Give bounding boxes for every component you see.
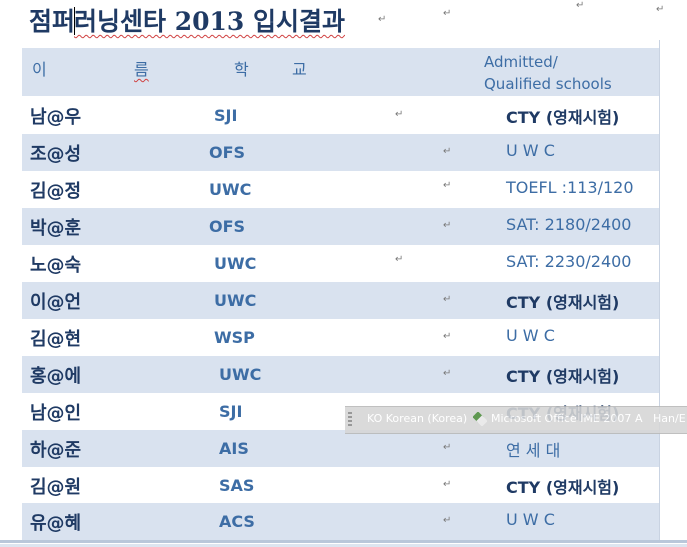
school-name: AIS — [219, 439, 249, 458]
admission-result: U W C — [506, 141, 555, 160]
school-name: SAS — [219, 476, 255, 495]
table-header: 이 름 학 교 Admitted/ Qualified schools — [22, 48, 659, 96]
paragraph-mark-icon: ↵ — [443, 442, 452, 453]
student-name: 노@숙 — [30, 255, 82, 276]
admission-result: SAT: 2230/2400 — [506, 252, 632, 271]
admission-result: U W C — [506, 326, 555, 345]
grip-handle-icon[interactable] — [348, 412, 352, 428]
student-name: 유@혜 — [30, 513, 82, 534]
page-bottom-border — [0, 540, 687, 543]
student-name: 박@훈 — [30, 218, 82, 239]
paragraph-mark-icon: ↵ — [395, 109, 404, 120]
language-bar[interactable]: KO Korean (Korea) Microsoft Office IME 2… — [345, 406, 687, 434]
paragraph-mark-icon: ↵ — [443, 368, 452, 379]
student-name: 남@인 — [30, 403, 82, 424]
table-row: 박@훈 OFS ↵ SAT: 2180/2400 — [22, 208, 659, 245]
student-name: 하@준 — [30, 440, 82, 461]
document-title: 점퍼러닝센타 2013 입시결과 — [29, 2, 345, 38]
paragraph-mark-icon: ↵ — [443, 479, 452, 490]
paragraph-mark-icon: ↵ — [395, 254, 404, 265]
ime-indicator[interactable]: Microsoft Office IME 2007 — [491, 412, 631, 425]
admission-result: CTY (영재시험) — [506, 478, 620, 497]
paragraph-mark-icon: ↵ — [656, 4, 665, 15]
header-admitted: Admitted/ Qualified schools — [484, 51, 612, 95]
paragraph-mark-icon: ↵ — [378, 14, 387, 25]
school-name: UWC — [219, 365, 262, 384]
student-name: 이@언 — [30, 292, 82, 313]
header-school-1: 학 — [234, 60, 249, 79]
admission-result: U W C — [506, 510, 555, 529]
hangul-mode-icon[interactable]: A — [635, 412, 643, 425]
paragraph-mark-icon: ↵ — [443, 331, 452, 342]
admission-result: CTY (영재시험) — [506, 367, 620, 386]
header-name-2: 름 — [134, 60, 149, 79]
school-name: OFS — [209, 217, 246, 236]
paragraph-mark-icon: ↵ — [576, 0, 585, 11]
student-name: 김@정 — [30, 181, 82, 202]
paragraph-mark-icon: ↵ — [443, 294, 452, 305]
paragraph-mark-icon: ↵ — [443, 180, 452, 191]
school-name: OFS — [209, 143, 246, 162]
title-part-1: 점퍼 — [29, 7, 76, 36]
table-border-right — [659, 40, 660, 540]
student-name: 홍@에 — [30, 366, 82, 387]
paragraph-mark-icon: ↵ — [443, 8, 452, 19]
student-name: 남@우 — [30, 107, 82, 128]
paragraph-mark-icon: ↵ — [443, 146, 452, 157]
table-row: 김@현 WSP ↵ U W C — [22, 319, 659, 356]
ime-icon[interactable] — [472, 411, 488, 427]
school-name: UWC — [209, 180, 252, 199]
school-name: WSP — [214, 328, 255, 347]
header-name-1: 이 — [32, 60, 47, 79]
title-part-2: 러닝센타 2013 입시결과 — [74, 7, 346, 36]
table-row: 조@성 OFS ↵ U W C — [22, 134, 659, 171]
header-school-2: 교 — [292, 60, 307, 79]
table-row: 남@우 SJI ↵ CTY (영재시험) — [22, 97, 659, 134]
header-admitted-line-1: Admitted/ — [484, 53, 558, 71]
paragraph-mark-icon: ↵ — [443, 515, 452, 526]
language-indicator[interactable]: KO Korean (Korea) — [367, 412, 467, 425]
school-name: SJI — [219, 402, 243, 421]
table-row: 유@혜 ACS ↵ U W C — [22, 503, 659, 540]
student-name: 김@원 — [30, 477, 82, 498]
student-name: 조@성 — [30, 144, 82, 165]
student-name: 김@현 — [30, 329, 82, 350]
input-mode-indicator[interactable]: Han/E — [653, 412, 686, 425]
table-row: 김@정 UWC ↵ TOEFL :113/120 — [22, 171, 659, 208]
admission-result: TOEFL :113/120 — [506, 178, 634, 197]
table-row: 이@언 UWC ↵ CTY (영재시험) — [22, 282, 659, 319]
admission-result: SAT: 2180/2400 — [506, 215, 632, 234]
admission-result: CTY (영재시험) — [506, 293, 620, 312]
school-name: ACS — [219, 512, 255, 531]
school-name: UWC — [214, 254, 257, 273]
school-name: UWC — [214, 291, 257, 310]
table-row: 김@원 SAS ↵ CTY (영재시험) — [22, 467, 659, 504]
paragraph-mark-icon: ↵ — [443, 220, 452, 231]
school-name: SJI — [214, 106, 238, 125]
admission-result: CTY (영재시험) — [506, 108, 620, 127]
table-row: 하@준 AIS ↵ 연 세 대 — [22, 430, 659, 467]
table-row: 노@숙 UWC ↵ SAT: 2230/2400 — [22, 245, 659, 282]
admission-result: 연 세 대 — [506, 441, 561, 460]
table-row: 홍@에 UWC ↵ CTY (영재시험) — [22, 356, 659, 393]
header-admitted-line-2: Qualified schools — [484, 75, 612, 93]
